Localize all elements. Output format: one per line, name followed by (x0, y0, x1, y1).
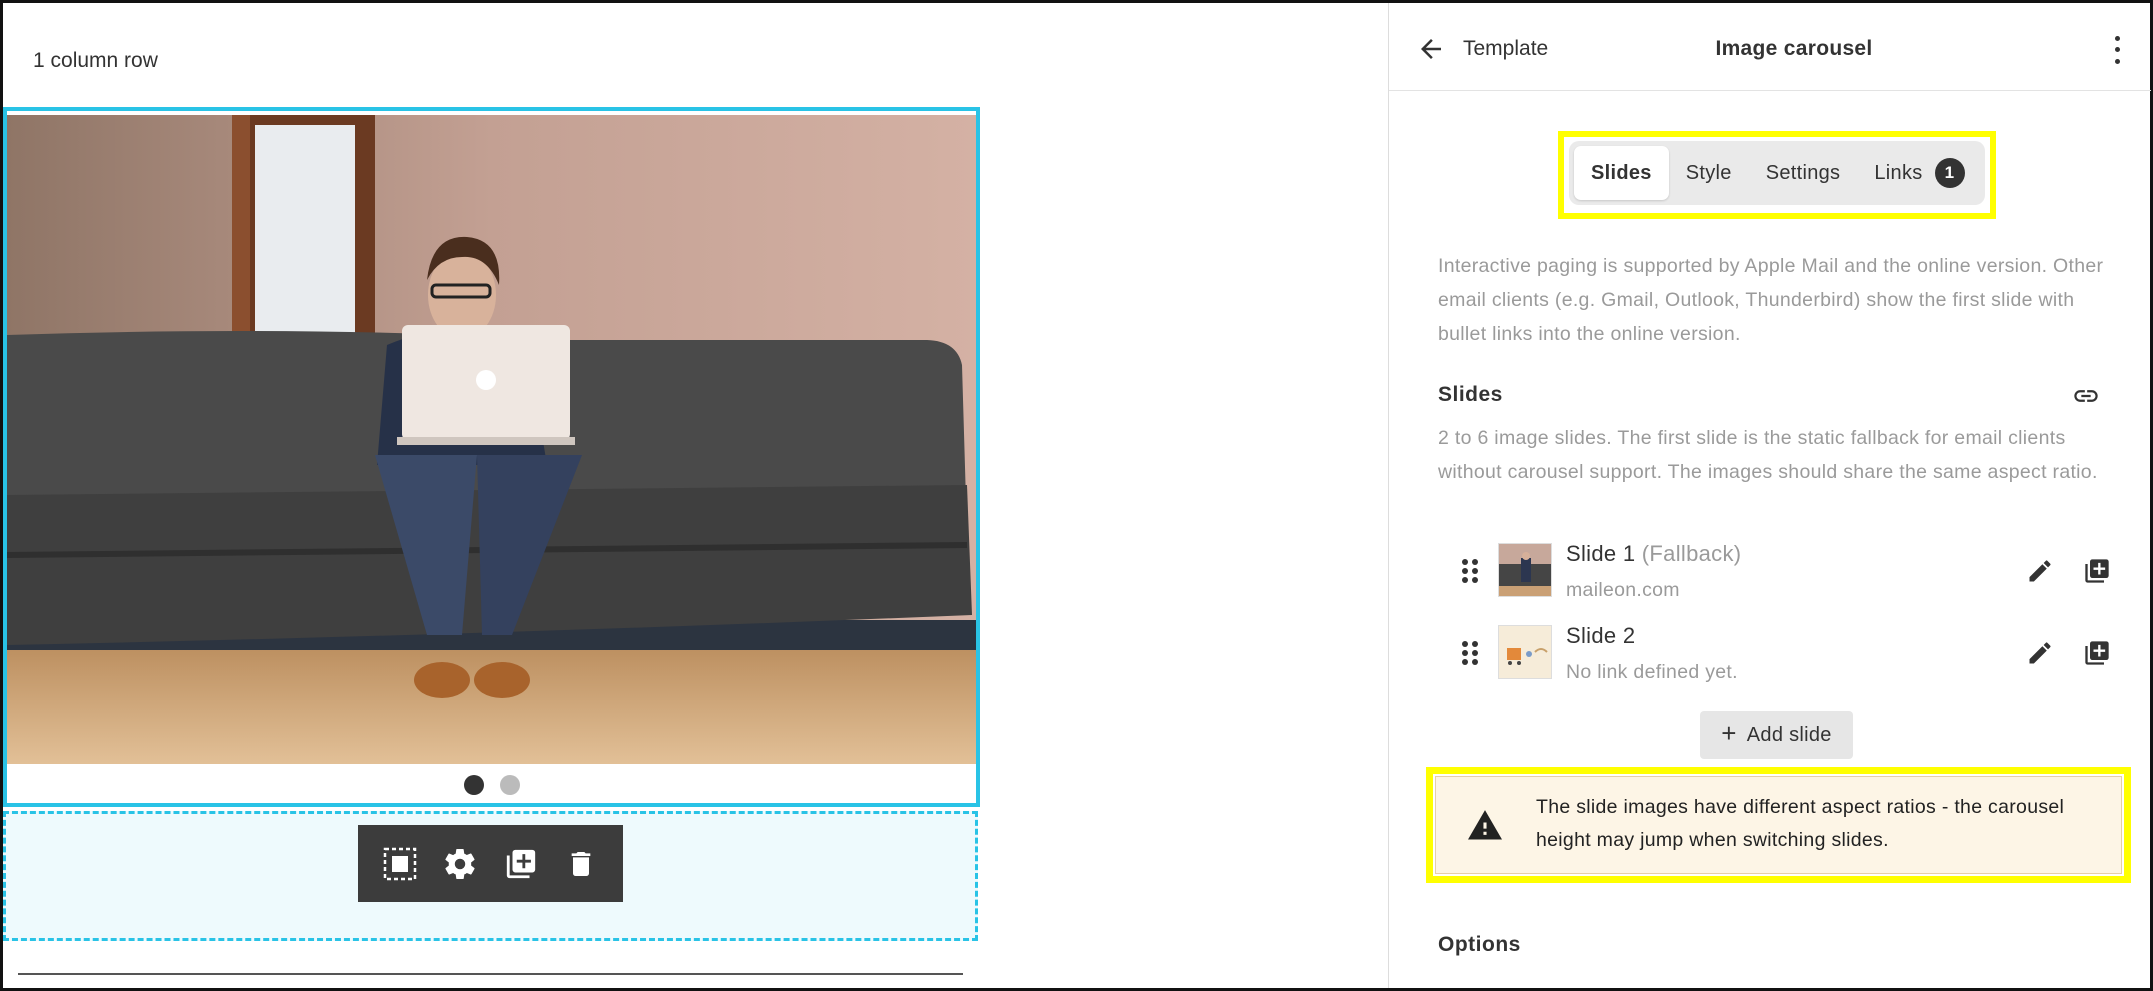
warning-icon (1466, 807, 1504, 841)
tab-style[interactable]: Style (1669, 146, 1749, 200)
tab-bar: Slides Style Settings Links 1 (1569, 141, 1985, 205)
carousel-slide-image (7, 115, 976, 764)
block-toolbar (358, 825, 623, 902)
tab-settings[interactable]: Settings (1749, 146, 1858, 200)
options-section-title: Options (1438, 933, 1521, 956)
slide-title: Slide 1 (1566, 541, 1636, 566)
trash-icon[interactable] (559, 842, 603, 886)
image-carousel-block[interactable] (3, 107, 980, 807)
back-link[interactable]: Template (1463, 37, 1548, 61)
slide-thumbnail (1498, 625, 1552, 679)
back-arrow-icon[interactable] (1413, 31, 1449, 67)
slide-thumbnail (1498, 543, 1552, 597)
row-label: 1 column row (33, 49, 158, 72)
more-menu-icon[interactable] (2105, 33, 2129, 67)
panel-header: Template Image carousel (1389, 3, 2151, 91)
pencil-icon[interactable] (2022, 635, 2058, 671)
slide-name: Slide 2 (1566, 623, 1635, 649)
slide-name: Slide 1 (Fallback) (1566, 541, 1741, 567)
slide-title: Slide 2 (1566, 623, 1636, 648)
fallback-tag: (Fallback) (1641, 541, 1742, 566)
links-count-badge: 1 (1934, 158, 1965, 188)
tab-links[interactable]: Links 1 (1857, 146, 1981, 200)
slide-list-item[interactable]: Slide 2 No link defined yet. (1438, 621, 2128, 701)
warning-text: The slide images have different aspect r… (1536, 796, 2065, 851)
paging-info-text: Interactive paging is supported by Apple… (1438, 255, 2104, 345)
panel-title: Image carousel (1715, 37, 1873, 60)
select-parent-icon[interactable] (378, 842, 422, 886)
link-icon[interactable] (2070, 380, 2102, 412)
slide-list-item[interactable]: Slide 1 (Fallback) maileon.com (1438, 539, 2128, 619)
pagination-dot-2[interactable] (499, 775, 520, 795)
slides-description: 2 to 6 image slides. The first slide is … (1438, 427, 2098, 483)
row-divider (18, 973, 963, 975)
carousel-pagination (7, 775, 976, 795)
gear-icon[interactable] (438, 842, 482, 886)
drag-handle-icon[interactable] (1460, 557, 1480, 585)
tab-links-label: Links (1874, 161, 1923, 184)
tab-slides[interactable]: Slides (1574, 146, 1669, 200)
add-slide-label: Add slide (1746, 723, 1832, 746)
duplicate-icon[interactable] (2079, 635, 2115, 671)
duplicate-icon[interactable] (2079, 553, 2115, 589)
properties-panel: Template Image carousel Slides Style Set… (1388, 3, 2151, 988)
pencil-icon[interactable] (2022, 553, 2058, 589)
add-slide-button[interactable]: + Add slide (1700, 711, 1853, 759)
slide-link-text: No link defined yet. (1566, 661, 1738, 683)
aspect-ratio-warning: The slide images have different aspect r… (1435, 776, 2122, 874)
pagination-dot-1[interactable] (463, 775, 484, 795)
drag-handle-icon[interactable] (1460, 639, 1480, 667)
duplicate-icon[interactable] (499, 842, 543, 886)
slides-section-title: Slides (1438, 383, 1503, 406)
editor-canvas: 1 column row (3, 3, 1388, 988)
plus-icon: + (1721, 718, 1737, 748)
slide-link-text: maileon.com (1566, 579, 1680, 601)
